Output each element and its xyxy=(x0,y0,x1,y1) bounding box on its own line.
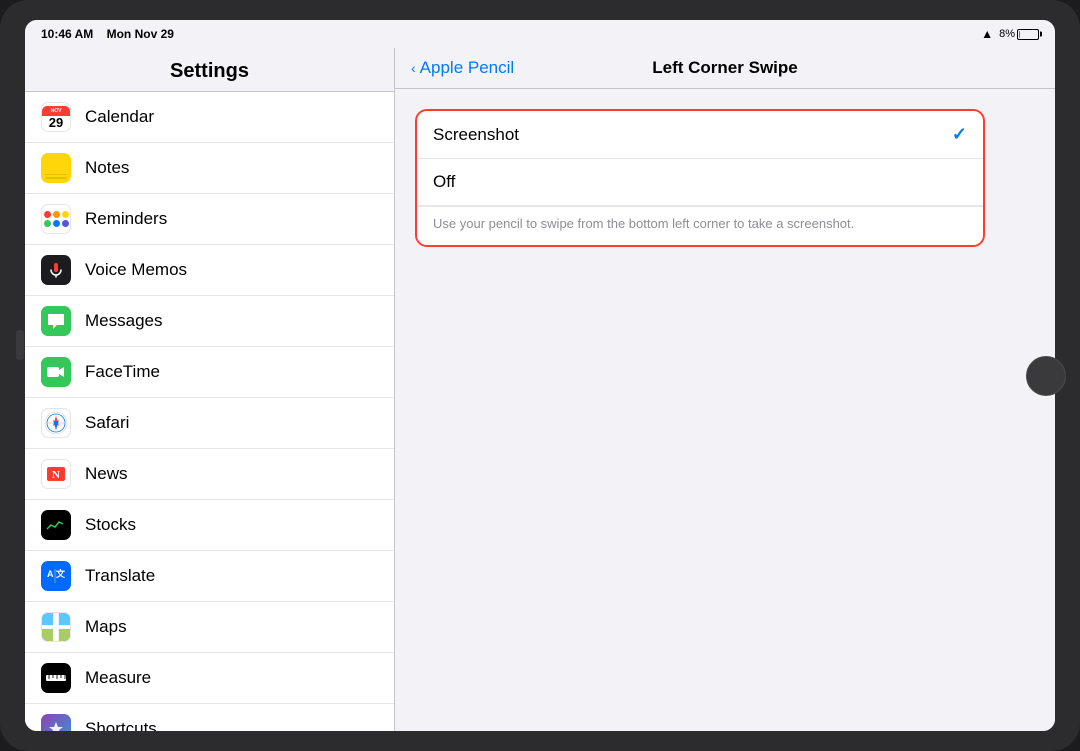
shortcuts-label: Shortcuts xyxy=(85,719,157,731)
maps-icon xyxy=(41,612,71,642)
sidebar-item-voice-memos[interactable]: Voice Memos xyxy=(25,245,394,296)
option-off-label: Off xyxy=(433,172,455,192)
option-hint-text: Use your pencil to swipe from the bottom… xyxy=(433,216,854,231)
facetime-icon xyxy=(41,357,71,387)
shortcuts-icon xyxy=(41,714,71,731)
status-bar: 10:46 AM Mon Nov 29 ▲ 8% xyxy=(25,20,1055,48)
option-off[interactable]: Off xyxy=(417,159,983,206)
stocks-icon xyxy=(41,510,71,540)
sidebar-item-reminders[interactable]: Reminders xyxy=(25,194,394,245)
notes-icon xyxy=(41,153,71,183)
sidebar-item-shortcuts[interactable]: Shortcuts xyxy=(25,704,394,731)
reminders-label: Reminders xyxy=(85,209,167,229)
measure-icon xyxy=(41,663,71,693)
messages-label: Messages xyxy=(85,311,162,331)
stocks-label: Stocks xyxy=(85,515,136,535)
sidebar-title: Settings xyxy=(45,60,374,83)
voice-memos-label: Voice Memos xyxy=(85,260,187,280)
reminders-icon xyxy=(41,204,71,234)
main-content: Settings NOV 29 Calendar xyxy=(25,48,1055,731)
notes-label: Notes xyxy=(85,158,129,178)
maps-label: Maps xyxy=(85,617,127,637)
svg-text:N: N xyxy=(52,469,60,481)
sidebar-header: Settings xyxy=(25,48,394,92)
options-container: Screenshot ✓ Off Use your pencil to swip… xyxy=(415,109,985,247)
screen: 10:46 AM Mon Nov 29 ▲ 8% Settings xyxy=(25,20,1055,731)
svg-text:文: 文 xyxy=(55,568,66,579)
measure-label: Measure xyxy=(85,668,151,688)
sidebar-item-facetime[interactable]: FaceTime xyxy=(25,347,394,398)
back-label: Apple Pencil xyxy=(420,58,515,78)
translate-icon: A 文 xyxy=(41,561,71,591)
option-screenshot[interactable]: Screenshot ✓ xyxy=(417,111,983,159)
safari-icon xyxy=(41,408,71,438)
battery-icon xyxy=(1017,29,1039,40)
voice-memos-icon xyxy=(41,255,71,285)
calendar-icon: NOV 29 xyxy=(41,102,71,132)
battery-percent: 8% xyxy=(999,28,1015,40)
back-chevron-icon: ‹ xyxy=(411,60,416,76)
sidebar-list: NOV 29 Calendar Notes xyxy=(25,92,394,731)
detail-panel: ‹ Apple Pencil Left Corner Swipe Screens… xyxy=(395,48,1055,731)
safari-label: Safari xyxy=(85,413,129,433)
side-button xyxy=(16,330,24,360)
date-text: Mon Nov 29 xyxy=(107,27,174,41)
option-hint: Use your pencil to swipe from the bottom… xyxy=(417,206,983,245)
sidebar-item-stocks[interactable]: Stocks xyxy=(25,500,394,551)
calendar-label: Calendar xyxy=(85,107,154,127)
sidebar-item-translate[interactable]: A 文 Translate xyxy=(25,551,394,602)
sidebar: Settings NOV 29 Calendar xyxy=(25,48,395,731)
status-time: 10:46 AM Mon Nov 29 xyxy=(41,27,174,41)
sidebar-item-safari[interactable]: Safari xyxy=(25,398,394,449)
time-text: 10:46 AM xyxy=(41,27,93,41)
detail-content: Screenshot ✓ Off Use your pencil to swip… xyxy=(395,89,1055,731)
status-right: ▲ 8% xyxy=(981,27,1039,41)
facetime-label: FaceTime xyxy=(85,362,160,382)
sidebar-item-notes[interactable]: Notes xyxy=(25,143,394,194)
sidebar-item-maps[interactable]: Maps xyxy=(25,602,394,653)
detail-header: ‹ Apple Pencil Left Corner Swipe xyxy=(395,48,1055,89)
detail-title: Left Corner Swipe xyxy=(652,58,797,78)
option-screenshot-label: Screenshot xyxy=(433,125,519,145)
news-icon: N xyxy=(41,459,71,489)
checkmark-icon: ✓ xyxy=(952,124,967,145)
battery-fill xyxy=(1019,31,1020,38)
back-button[interactable]: ‹ Apple Pencil xyxy=(411,58,514,78)
wifi-icon: ▲ xyxy=(981,27,993,41)
sidebar-item-messages[interactable]: Messages xyxy=(25,296,394,347)
messages-icon xyxy=(41,306,71,336)
ipad-frame: 10:46 AM Mon Nov 29 ▲ 8% Settings xyxy=(0,0,1080,751)
translate-label: Translate xyxy=(85,566,155,586)
sidebar-item-news[interactable]: N News xyxy=(25,449,394,500)
news-label: News xyxy=(85,464,128,484)
home-button[interactable] xyxy=(1026,356,1066,396)
sidebar-item-calendar[interactable]: NOV 29 Calendar xyxy=(25,92,394,143)
sidebar-item-measure[interactable]: Measure xyxy=(25,653,394,704)
battery-container: 8% xyxy=(999,28,1039,40)
svg-text:A: A xyxy=(47,569,54,579)
